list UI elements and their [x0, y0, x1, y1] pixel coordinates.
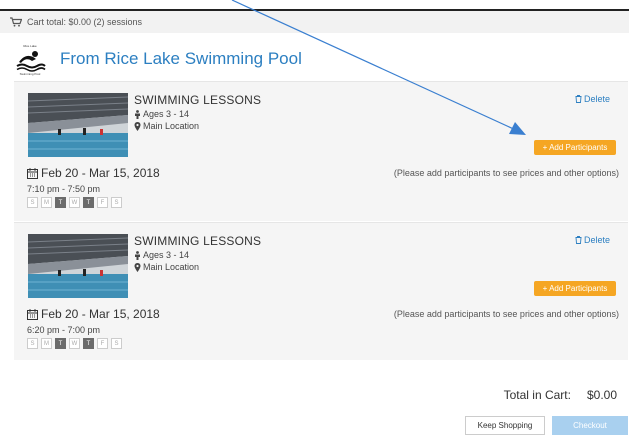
person-icon [135, 250, 140, 260]
session-ages-text: Ages 3 - 14 [143, 250, 190, 260]
session-date-text: Feb 20 - Mar 15, 2018 [41, 307, 160, 321]
cart-summary-bar[interactable]: Cart total: $0.00 (2) sessions [0, 11, 629, 33]
provider-name[interactable]: From Rice Lake Swimming Pool [60, 49, 302, 69]
cart-summary-text: Cart total: $0.00 (2) sessions [27, 17, 143, 27]
session-days: S M T W T F S [27, 338, 125, 349]
pool-thumbnail [28, 93, 128, 157]
delete-label: Delete [583, 235, 610, 245]
session-time: 6:20 pm - 7:00 pm [27, 325, 101, 335]
session-location-text: Main Location [143, 121, 200, 131]
session-date-text: Feb 20 - Mar 15, 2018 [41, 166, 160, 180]
day-fri: F [97, 197, 108, 208]
map-marker-icon [134, 121, 141, 131]
session-location: Main Location [134, 262, 199, 272]
day-sun: S [27, 338, 38, 349]
day-thu: T [83, 197, 94, 208]
delete-button[interactable]: Delete [575, 235, 610, 245]
logo-text-top: Rice Lake [23, 44, 37, 48]
day-tue: T [55, 338, 66, 349]
cart-total-amount: $0.00 [586, 388, 617, 402]
add-participants-button[interactable]: + Add Participants [534, 281, 616, 296]
session-title: SWIMMING LESSONS [134, 93, 262, 107]
cart-icon [10, 17, 22, 27]
session-ages-text: Ages 3 - 14 [143, 109, 190, 119]
day-fri: F [97, 338, 108, 349]
logo-text-bottom: Swimming Pool [20, 72, 41, 76]
calendar-icon [27, 308, 38, 320]
session-date-range: Feb 20 - Mar 15, 2018 [27, 307, 160, 321]
person-icon [135, 109, 140, 119]
session-location-text: Main Location [143, 262, 200, 272]
keep-shopping-button[interactable]: Keep Shopping [465, 416, 545, 435]
day-sat: S [111, 197, 122, 208]
day-sat: S [111, 338, 122, 349]
cart-total: Total in Cart: $0.00 [504, 388, 617, 402]
calendar-icon [27, 167, 38, 179]
session-days: S M T W T F S [27, 197, 125, 208]
cart-total-label: Total in Cart: [503, 388, 571, 402]
day-wed: W [69, 338, 80, 349]
pricing-note: (Please add participants to see prices a… [393, 168, 619, 178]
day-sun: S [27, 197, 38, 208]
day-thu: T [83, 338, 94, 349]
day-wed: W [69, 197, 80, 208]
add-participants-button[interactable]: + Add Participants [534, 140, 616, 155]
session-ages: Ages 3 - 14 [134, 109, 189, 119]
cart-item-card: SWIMMING LESSONS Ages 3 - 14 Main Locati… [14, 81, 628, 221]
session-ages: Ages 3 - 14 [134, 250, 189, 260]
map-marker-icon [134, 262, 141, 272]
trash-icon [575, 236, 582, 244]
checkout-button[interactable]: Checkout [552, 416, 628, 435]
cart-item-card: SWIMMING LESSONS Ages 3 - 14 Main Locati… [14, 222, 628, 360]
pricing-note: (Please add participants to see prices a… [393, 309, 619, 319]
day-tue: T [55, 197, 66, 208]
session-time: 7:10 pm - 7:50 pm [27, 184, 101, 194]
day-mon: M [41, 197, 52, 208]
day-mon: M [41, 338, 52, 349]
pool-thumbnail [28, 234, 128, 298]
provider-header: Rice Lake Swimming Pool From Rice Lake S… [14, 42, 302, 76]
swimmer-logo-icon: Rice Lake Swimming Pool [16, 44, 46, 76]
session-location: Main Location [134, 121, 199, 131]
delete-label: Delete [583, 94, 610, 104]
trash-icon [575, 95, 582, 103]
delete-button[interactable]: Delete [575, 94, 610, 104]
session-date-range: Feb 20 - Mar 15, 2018 [27, 166, 160, 180]
session-title: SWIMMING LESSONS [134, 234, 262, 248]
